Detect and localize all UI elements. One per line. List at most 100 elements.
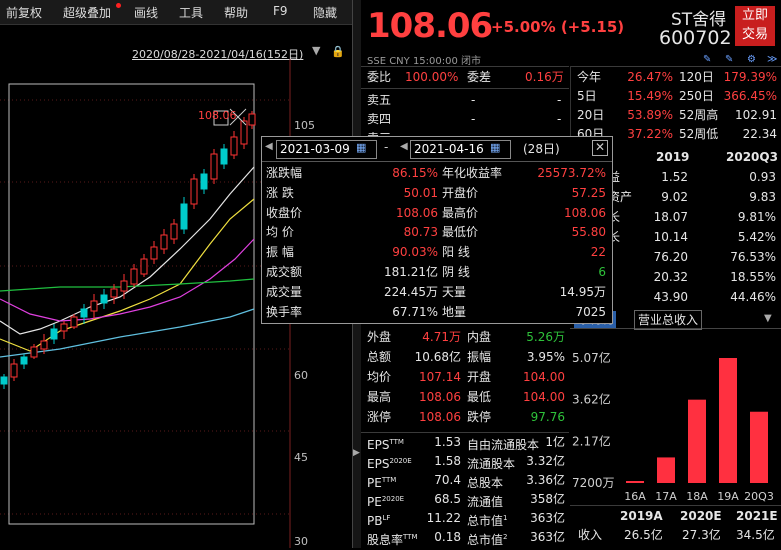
fin-row-v1: 18.07 bbox=[653, 210, 688, 224]
popup-label: 成交量 bbox=[266, 284, 303, 299]
price-change: +5.00% (+5.15) bbox=[491, 18, 625, 36]
revenue-x-label: 19A bbox=[717, 490, 739, 503]
period-value-2: 22.34 bbox=[742, 127, 777, 141]
toolbar-overlay[interactable]: 超级叠加 bbox=[63, 4, 111, 21]
popup-label: 涨 跌 bbox=[266, 185, 294, 200]
candle-body bbox=[160, 234, 168, 250]
candle-body bbox=[20, 356, 28, 365]
valuation-label-2: 总市值1 bbox=[467, 514, 508, 528]
trade-label-2: 开盘 bbox=[467, 370, 492, 384]
trade-label-2: 内盘 bbox=[467, 330, 492, 344]
valuation-value: 1.58 bbox=[434, 454, 461, 468]
y-tick-105: 105 bbox=[294, 119, 315, 132]
valuation-label-2: 总股本 bbox=[467, 476, 504, 490]
candle-body bbox=[80, 308, 88, 318]
valuation-value: 1.53 bbox=[434, 435, 461, 449]
revenue-bar bbox=[719, 358, 737, 483]
trade-value-2: 5.26万 bbox=[526, 330, 565, 344]
fin-row-v1: 20.32 bbox=[653, 270, 688, 284]
popup-value: 224.45万 bbox=[384, 284, 438, 299]
stock-code: 600702 bbox=[659, 27, 732, 49]
trade-value: 10.68亿 bbox=[414, 350, 461, 364]
trade-value-2: 104.00 bbox=[523, 390, 565, 404]
trade-value: 4.71万 bbox=[422, 330, 461, 344]
range-days: (28日) bbox=[523, 142, 560, 156]
trade-value: 108.06 bbox=[419, 410, 461, 424]
chevron-down-icon[interactable]: ▼ bbox=[312, 44, 320, 57]
valuation-label-2: 流通值 bbox=[467, 495, 504, 509]
candle-body bbox=[220, 148, 228, 165]
popup-value-2: 14.95万 bbox=[559, 284, 606, 299]
candle-body bbox=[180, 203, 188, 230]
period-value: 37.22% bbox=[627, 127, 673, 141]
close-icon[interactable]: ✕ bbox=[592, 140, 608, 156]
period-value-2: 102.91 bbox=[735, 108, 777, 122]
popup-value: 86.15% bbox=[392, 166, 438, 180]
forecast-h1: 2019A bbox=[620, 509, 663, 523]
y-tick-60: 60 bbox=[294, 369, 308, 382]
valuation-value: 70.4 bbox=[434, 473, 461, 487]
edit-icon[interactable]: ✎ bbox=[703, 54, 711, 65]
candle-body bbox=[140, 258, 148, 275]
popup-label-2: 天量 bbox=[442, 284, 467, 299]
toolbar-draw-line[interactable]: 画线 bbox=[134, 4, 158, 21]
toolbar-fuquan[interactable]: 前复权 bbox=[6, 4, 42, 21]
trade-stats: 外盘 4.71万 内盘 5.26万 总额 10.68亿 振幅 3.95% 均价 10… bbox=[361, 322, 569, 432]
popup-value-2: 7025 bbox=[575, 304, 606, 319]
revenue-x-label: 20Q3 bbox=[744, 490, 774, 503]
candle-body bbox=[110, 288, 118, 298]
valuation-label-2: 总市值2 bbox=[467, 533, 508, 547]
chevron-icon[interactable]: ≫ bbox=[767, 54, 777, 65]
period-label-2: 52周高 bbox=[679, 108, 719, 122]
toolbar-f9[interactable]: F9 bbox=[273, 4, 288, 18]
fin-row-v1: 76.20 bbox=[653, 250, 688, 264]
range-stats-popup[interactable]: ◀ 2021-03-09 ▦ - ◀ 2021-04-16 ▦ (28日) ✕ … bbox=[261, 136, 613, 324]
popup-label: 收盘价 bbox=[266, 205, 303, 220]
market-meta: SSE CNY 15:00:00 闭市 bbox=[367, 56, 482, 67]
ask5-vol: - bbox=[557, 93, 562, 107]
prev-arrow-icon-2[interactable]: ◀ bbox=[400, 141, 408, 152]
trade-button-line2: 交易 bbox=[741, 27, 768, 42]
ask4-price: - bbox=[471, 112, 476, 126]
lock-icon[interactable]: 🔒 bbox=[331, 45, 345, 58]
valuation-value-2: 363亿 bbox=[530, 530, 565, 544]
prev-arrow-icon[interactable]: ◀ bbox=[265, 141, 273, 152]
edit-icon-2[interactable]: ✎ bbox=[725, 54, 733, 65]
calendar-icon[interactable]: ▦ bbox=[356, 141, 366, 154]
forecast-v1: 26.5亿 bbox=[624, 528, 663, 542]
tab-revenue[interactable]: 营业总收入 bbox=[634, 310, 703, 330]
period-label: 5日 bbox=[577, 89, 597, 103]
revenue-y-tick: 2.17亿 bbox=[572, 433, 611, 448]
collapse-arrow-icon[interactable]: ▶ bbox=[353, 448, 360, 458]
trade-label: 最高 bbox=[367, 390, 392, 404]
popup-value-2: 25573.72% bbox=[537, 166, 606, 180]
period-value-2: 179.39% bbox=[723, 70, 777, 84]
date-start-value: 2021-03-09 bbox=[280, 142, 350, 156]
candle-body bbox=[30, 346, 38, 358]
revenue-y-tick: 7200万 bbox=[572, 476, 615, 490]
popup-label-2: 最低价 bbox=[442, 225, 479, 240]
toolbar-tools[interactable]: 工具 bbox=[179, 4, 203, 21]
fin-header-2020q3: 2020Q3 bbox=[726, 150, 778, 164]
selection-rect bbox=[8, 83, 255, 525]
toolbar-hide[interactable]: 隐藏 bbox=[313, 4, 337, 21]
candle-body bbox=[190, 178, 198, 205]
valuation-value-2: 363亿 bbox=[530, 511, 565, 525]
valuation-label: EPSTTM bbox=[367, 438, 404, 452]
quote-header: 108.06 +5.00% (+5.15) ST舍得 600702 立即 交易 … bbox=[361, 0, 781, 67]
forecast-h2: 2020E bbox=[680, 509, 722, 523]
trade-button-line1: 立即 bbox=[741, 8, 768, 23]
trade-button[interactable]: 立即 交易 bbox=[735, 6, 775, 46]
popup-label: 成交额 bbox=[266, 265, 303, 279]
popup-value: 108.06 bbox=[396, 205, 438, 220]
trade-value: 107.14 bbox=[419, 370, 461, 384]
fin-row-v1: 1.52 bbox=[661, 170, 688, 184]
chevron-down-icon-2[interactable]: ▼ bbox=[764, 313, 772, 324]
period-label: 今年 bbox=[577, 70, 602, 84]
popup-value-2: 6 bbox=[598, 265, 606, 279]
calendar-icon-2[interactable]: ▦ bbox=[490, 141, 500, 154]
settings-icon[interactable]: ⚙ bbox=[747, 54, 756, 65]
toolbar-help[interactable]: 帮助 bbox=[224, 4, 248, 21]
fin-row-v2: 9.83 bbox=[749, 190, 776, 204]
popup-label-2: 阴 线 bbox=[442, 265, 470, 279]
